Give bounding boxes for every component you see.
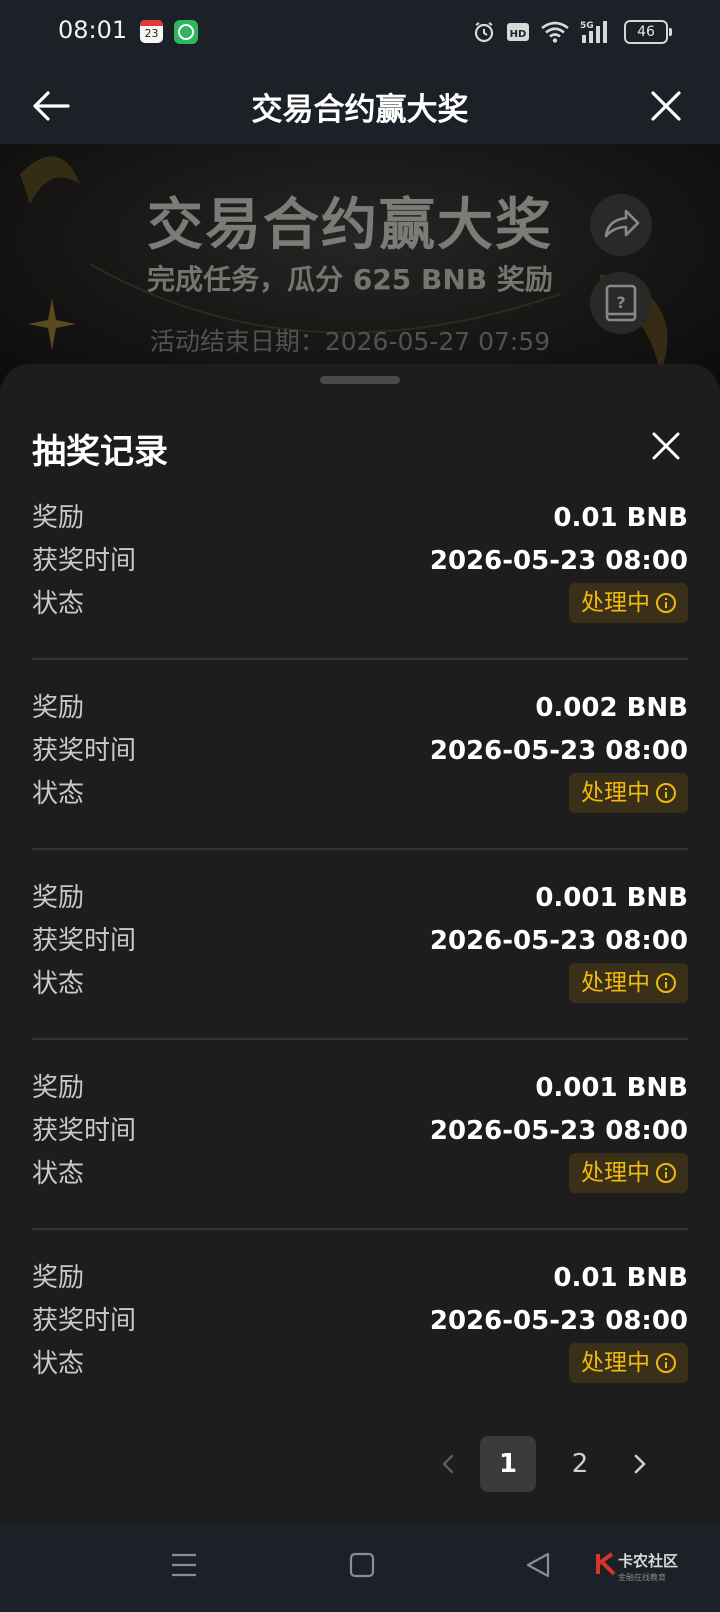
reward-row: 奖励 0.01 BNB bbox=[32, 1258, 688, 1298]
divider bbox=[32, 658, 688, 660]
sheet-close-icon[interactable] bbox=[646, 426, 686, 466]
reward-row: 奖励 0.001 BNB bbox=[32, 1068, 688, 1108]
time-label: 获奖时间 bbox=[32, 1306, 137, 1336]
share-icon bbox=[604, 209, 640, 238]
status-text: 处理中 bbox=[581, 780, 650, 806]
time-label: 获奖时间 bbox=[32, 1116, 137, 1146]
status-badge[interactable]: 处理中 bbox=[569, 1343, 688, 1383]
status-text: 处理中 bbox=[581, 1350, 650, 1376]
status-label: 状态 bbox=[32, 1159, 85, 1189]
sheet-title: 抽奖记录 bbox=[32, 432, 168, 472]
reward-value: 0.001 BNB bbox=[535, 883, 688, 913]
status-text: 处理中 bbox=[581, 1160, 650, 1186]
time-value: 2026-05-23 08:00 bbox=[429, 926, 688, 956]
reward-row: 奖励 0.01 BNB bbox=[32, 498, 688, 538]
info-icon[interactable] bbox=[656, 783, 676, 803]
status-row: 状态 处理中 bbox=[32, 1153, 688, 1194]
divider bbox=[32, 848, 688, 850]
watermark-logo: 卡农社区 金融在线教育 bbox=[596, 1548, 706, 1588]
time-row: 获奖时间 2026-05-23 08:00 bbox=[32, 1301, 688, 1341]
status-label: 状态 bbox=[32, 779, 85, 809]
close-icon[interactable] bbox=[644, 84, 688, 128]
svg-text:5G: 5G bbox=[580, 21, 594, 31]
time-label: 获奖时间 bbox=[32, 926, 137, 956]
status-text: 处理中 bbox=[581, 590, 650, 616]
status-text: 处理中 bbox=[581, 970, 650, 996]
chevron-left-icon[interactable] bbox=[432, 1448, 464, 1480]
status-icons: HD 5G 46 bbox=[472, 18, 672, 46]
back-triangle-icon[interactable] bbox=[524, 1550, 552, 1580]
status-row: 状态 处理中 bbox=[32, 583, 688, 624]
alarm-icon bbox=[474, 22, 494, 43]
time-row: 获奖时间 2026-05-23 08:00 bbox=[32, 541, 688, 581]
screen: 08:01 23 HD 5G 46 交易合约赢大奖 交易合约赢大奖 完成任务，瓜… bbox=[0, 0, 720, 1612]
time-row: 获奖时间 2026-05-23 08:00 bbox=[32, 1111, 688, 1151]
rules-book-icon: ? bbox=[605, 284, 637, 322]
watermark-k-icon bbox=[596, 1552, 616, 1576]
calendar-icon: 23 bbox=[140, 20, 163, 43]
watermark-subtext: 金融在线教育 bbox=[618, 1573, 666, 1582]
pagination: 1 2 bbox=[0, 1436, 720, 1492]
svg-text:?: ? bbox=[616, 293, 625, 312]
reward-label: 奖励 bbox=[32, 503, 85, 533]
time-value: 2026-05-23 08:00 bbox=[429, 736, 688, 766]
reward-value: 0.01 BNB bbox=[553, 503, 688, 533]
page-2-button[interactable]: 2 bbox=[552, 1436, 608, 1492]
reward-label: 奖励 bbox=[32, 1073, 85, 1103]
time-value: 2026-05-23 08:00 bbox=[429, 546, 688, 576]
rules-button[interactable]: ? bbox=[590, 272, 652, 334]
app-header: 交易合约赢大奖 bbox=[0, 64, 720, 144]
upload-icon bbox=[174, 20, 198, 44]
time-row: 获奖时间 2026-05-23 08:00 bbox=[32, 731, 688, 771]
status-row: 状态 处理中 bbox=[32, 773, 688, 814]
time-row: 获奖时间 2026-05-23 08:00 bbox=[32, 921, 688, 961]
status-row: 状态 处理中 bbox=[32, 1343, 688, 1384]
reward-label: 奖励 bbox=[32, 1263, 85, 1293]
page-title: 交易合约赢大奖 bbox=[251, 92, 469, 128]
time-value: 2026-05-23 08:00 bbox=[429, 1116, 688, 1146]
time-value: 2026-05-23 08:00 bbox=[429, 1306, 688, 1336]
menu-icon[interactable] bbox=[170, 1550, 198, 1580]
status-badge[interactable]: 处理中 bbox=[569, 1153, 688, 1193]
battery-icon: 46 bbox=[624, 20, 672, 44]
system-nav-bar: 卡农社区 金融在线教育 bbox=[0, 1524, 720, 1612]
reward-row: 奖励 0.001 BNB bbox=[32, 878, 688, 918]
chevron-right-icon[interactable] bbox=[624, 1448, 656, 1480]
reward-label: 奖励 bbox=[32, 693, 85, 723]
status-badge[interactable]: 处理中 bbox=[569, 773, 688, 813]
draw-records-sheet: 抽奖记录 奖励 0.01 BNB 获奖时间 2026-05-23 08:00 状… bbox=[0, 364, 720, 1524]
signal-icon: 5G bbox=[580, 21, 607, 43]
hero-banner: 交易合约赢大奖 完成任务，瓜分 625 BNB 奖励 活动结束日期：2026-0… bbox=[0, 144, 720, 384]
reward-value: 0.002 BNB bbox=[535, 693, 688, 723]
status-badge[interactable]: 处理中 bbox=[569, 963, 688, 1003]
status-label: 状态 bbox=[32, 589, 85, 619]
info-icon[interactable] bbox=[656, 1353, 676, 1373]
status-bar: 08:01 23 HD 5G 46 bbox=[0, 0, 720, 64]
watermark-text: 卡农社区 bbox=[618, 1552, 679, 1570]
divider bbox=[32, 1038, 688, 1040]
status-label: 状态 bbox=[32, 969, 85, 999]
reward-value: 0.01 BNB bbox=[553, 1263, 688, 1293]
status-label: 状态 bbox=[32, 1349, 85, 1379]
info-icon[interactable] bbox=[656, 973, 676, 993]
page-1-button[interactable]: 1 bbox=[480, 1436, 536, 1492]
divider bbox=[32, 1228, 688, 1230]
share-button[interactable] bbox=[590, 194, 652, 256]
status-time: 08:01 bbox=[58, 16, 128, 44]
time-label: 获奖时间 bbox=[32, 736, 137, 766]
reward-value: 0.001 BNB bbox=[535, 1073, 688, 1103]
wifi-icon bbox=[541, 21, 569, 43]
status-badge[interactable]: 处理中 bbox=[569, 583, 688, 623]
record-item: 奖励 0.01 BNB 获奖时间 2026-05-23 08:00 状态 处理中 bbox=[32, 1258, 688, 1448]
reward-label: 奖励 bbox=[32, 883, 85, 913]
hd-icon: HD bbox=[507, 23, 529, 41]
status-row: 状态 处理中 bbox=[32, 963, 688, 1004]
info-icon[interactable] bbox=[656, 593, 676, 613]
svg-text:HD: HD bbox=[510, 29, 527, 40]
info-icon[interactable] bbox=[656, 1163, 676, 1183]
home-icon[interactable] bbox=[348, 1550, 376, 1580]
time-label: 获奖时间 bbox=[32, 546, 137, 576]
reward-row: 奖励 0.002 BNB bbox=[32, 688, 688, 728]
drag-handle[interactable] bbox=[320, 376, 400, 384]
